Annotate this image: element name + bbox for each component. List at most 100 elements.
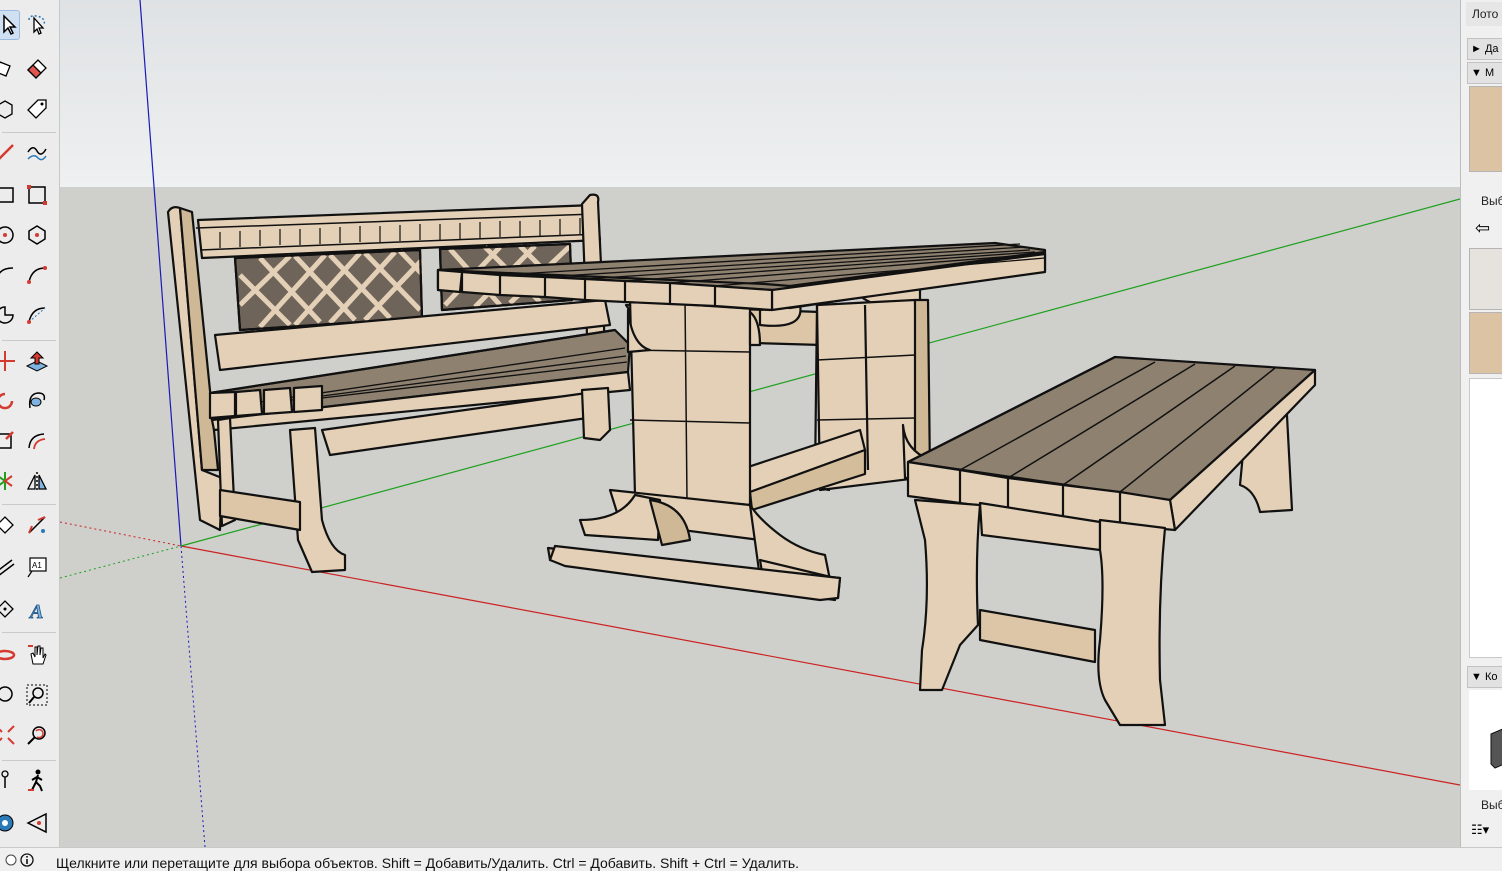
mirror-tool-icon (26, 472, 48, 490)
tape-measure-tool-icon (0, 516, 14, 534)
offset-tool-button[interactable] (22, 426, 52, 456)
two-point-arc-tool-icon (27, 266, 47, 284)
list-view-icon[interactable]: ☷▾ (1471, 822, 1489, 838)
zoom-tool-button[interactable] (0, 680, 20, 710)
dimension-tool-icon (28, 516, 46, 534)
tray-title: Лото (1466, 2, 1502, 26)
material-list-area[interactable] (1469, 378, 1502, 658)
toolbar-separator (2, 132, 56, 133)
component-preview (1469, 690, 1502, 790)
push-pull-tool-icon (25, 351, 49, 372)
rectangle-tool-button[interactable] (0, 180, 20, 210)
three-point-arc-button[interactable] (22, 300, 52, 330)
follow-me-tool-button[interactable] (22, 386, 52, 416)
pan-tool-icon (28, 645, 47, 665)
push-pull-tool-button[interactable] (22, 346, 52, 376)
line-tool-button[interactable] (0, 138, 20, 168)
tray-section-label-2: М (1484, 67, 1495, 79)
tray-section-header-2[interactable]: ▼ М (1467, 62, 1502, 84)
previous-view-tool-icon (27, 726, 46, 745)
status-bar: Щелкните или перетащите для выбора объек… (0, 847, 1502, 871)
geolocation-icon[interactable] (4, 853, 18, 867)
freehand-tool-button[interactable] (22, 138, 52, 168)
status-message: Щелкните или перетащите для выбора объек… (56, 855, 800, 871)
scale-tool-icon (0, 431, 14, 449)
eraser-button[interactable] (22, 52, 52, 82)
rectangle-tool-icon (0, 187, 14, 203)
pan-tool-button[interactable] (22, 640, 52, 670)
rotate-tool-button[interactable] (0, 386, 20, 416)
paint-bucket-button[interactable] (0, 52, 20, 82)
text-tool-button[interactable]: A1 (22, 552, 52, 582)
text-tool-icon: A1 (27, 557, 47, 578)
material-preview-swatch[interactable] (1469, 86, 1502, 172)
three-point-arc-tool-icon (27, 307, 46, 324)
zoom-tool-icon (0, 686, 13, 702)
follow-me-tool-icon (28, 392, 46, 409)
axes-tool-icon (0, 600, 14, 618)
freehand-tool-icon (27, 147, 47, 161)
move-tool-button[interactable] (0, 346, 20, 376)
select-tool-button[interactable] (0, 10, 20, 40)
tray-section-label-3: Ко (1484, 671, 1498, 683)
rotated-rectangle-tool-icon (27, 185, 47, 205)
tray-section-header-3[interactable]: ▼ Ко (1467, 666, 1502, 688)
polygon-tool-icon (28, 225, 46, 245)
circle-tool-button[interactable] (0, 220, 20, 250)
drawing-viewport[interactable] (60, 0, 1460, 847)
section-plane-tool-icon (26, 812, 47, 834)
zoom-window-tool-button[interactable] (22, 680, 52, 710)
3d-text-label: A (28, 601, 43, 622)
orbit-tool-button[interactable] (0, 640, 20, 670)
zoom-window-tool-icon (26, 684, 48, 706)
pie-tool-button[interactable] (0, 300, 20, 330)
3d-text-tool-button[interactable]: A (22, 594, 52, 624)
arc-tool-button[interactable] (0, 260, 20, 290)
position-camera-tool-icon (1, 770, 9, 788)
tray-section-header-1[interactable]: ► Да (1467, 38, 1502, 60)
select-tab-label[interactable]: Выб (1481, 194, 1502, 208)
select-tab-label-2[interactable]: Выб (1481, 798, 1502, 812)
make-component-button[interactable] (0, 94, 20, 124)
two-point-arc-button[interactable] (22, 260, 52, 290)
look-around-tool-icon (0, 814, 14, 832)
tag-tool-button[interactable] (22, 94, 52, 124)
mirror-tool-button[interactable] (22, 466, 52, 496)
protractor-tool-button[interactable] (0, 552, 20, 582)
toolbar-separator (2, 340, 56, 341)
toolbar-separator (2, 504, 56, 505)
polygon-tool-button[interactable] (22, 220, 52, 250)
tools-toolbar: A1 A (0, 0, 60, 847)
protractor-tool-icon (0, 559, 15, 576)
flip-tool-button[interactable] (0, 466, 20, 496)
dimension-tool-button[interactable] (22, 510, 52, 540)
3d-text-tool-icon: A (28, 601, 44, 622)
lasso-select-button[interactable] (22, 10, 52, 40)
rotate-tool-icon (0, 392, 14, 410)
section-plane-tool-button[interactable] (22, 808, 52, 838)
line-tool-icon (0, 144, 14, 160)
scale-tool-button[interactable] (0, 426, 20, 456)
back-arrow-icon[interactable]: ⇦ (1475, 218, 1490, 239)
sky (60, 0, 1460, 187)
zoom-extents-tool-button[interactable] (0, 720, 20, 750)
toolbar-separator (2, 632, 56, 633)
look-around-tool-button[interactable] (0, 808, 20, 838)
eraser-tool-icon (27, 59, 47, 79)
info-icon[interactable] (20, 853, 34, 867)
orbit-tool-icon (0, 649, 16, 661)
axes-tool-button[interactable] (0, 594, 20, 624)
walk-tool-button[interactable] (22, 766, 52, 796)
material-swatch-2[interactable] (1469, 312, 1502, 374)
toolbar-separator (2, 760, 56, 761)
position-camera-tool-button[interactable] (0, 766, 20, 796)
pie-tool-icon (0, 306, 14, 324)
material-swatch-1[interactable] (1469, 248, 1502, 310)
offset-tool-icon (28, 433, 46, 450)
tape-measure-button[interactable] (0, 510, 20, 540)
arc-tool-icon (0, 267, 14, 274)
scene-canvas (60, 0, 1460, 847)
previous-view-tool-button[interactable] (22, 720, 52, 750)
rotated-rectangle-button[interactable] (22, 180, 52, 210)
lasso-select-tool-icon (28, 15, 46, 35)
